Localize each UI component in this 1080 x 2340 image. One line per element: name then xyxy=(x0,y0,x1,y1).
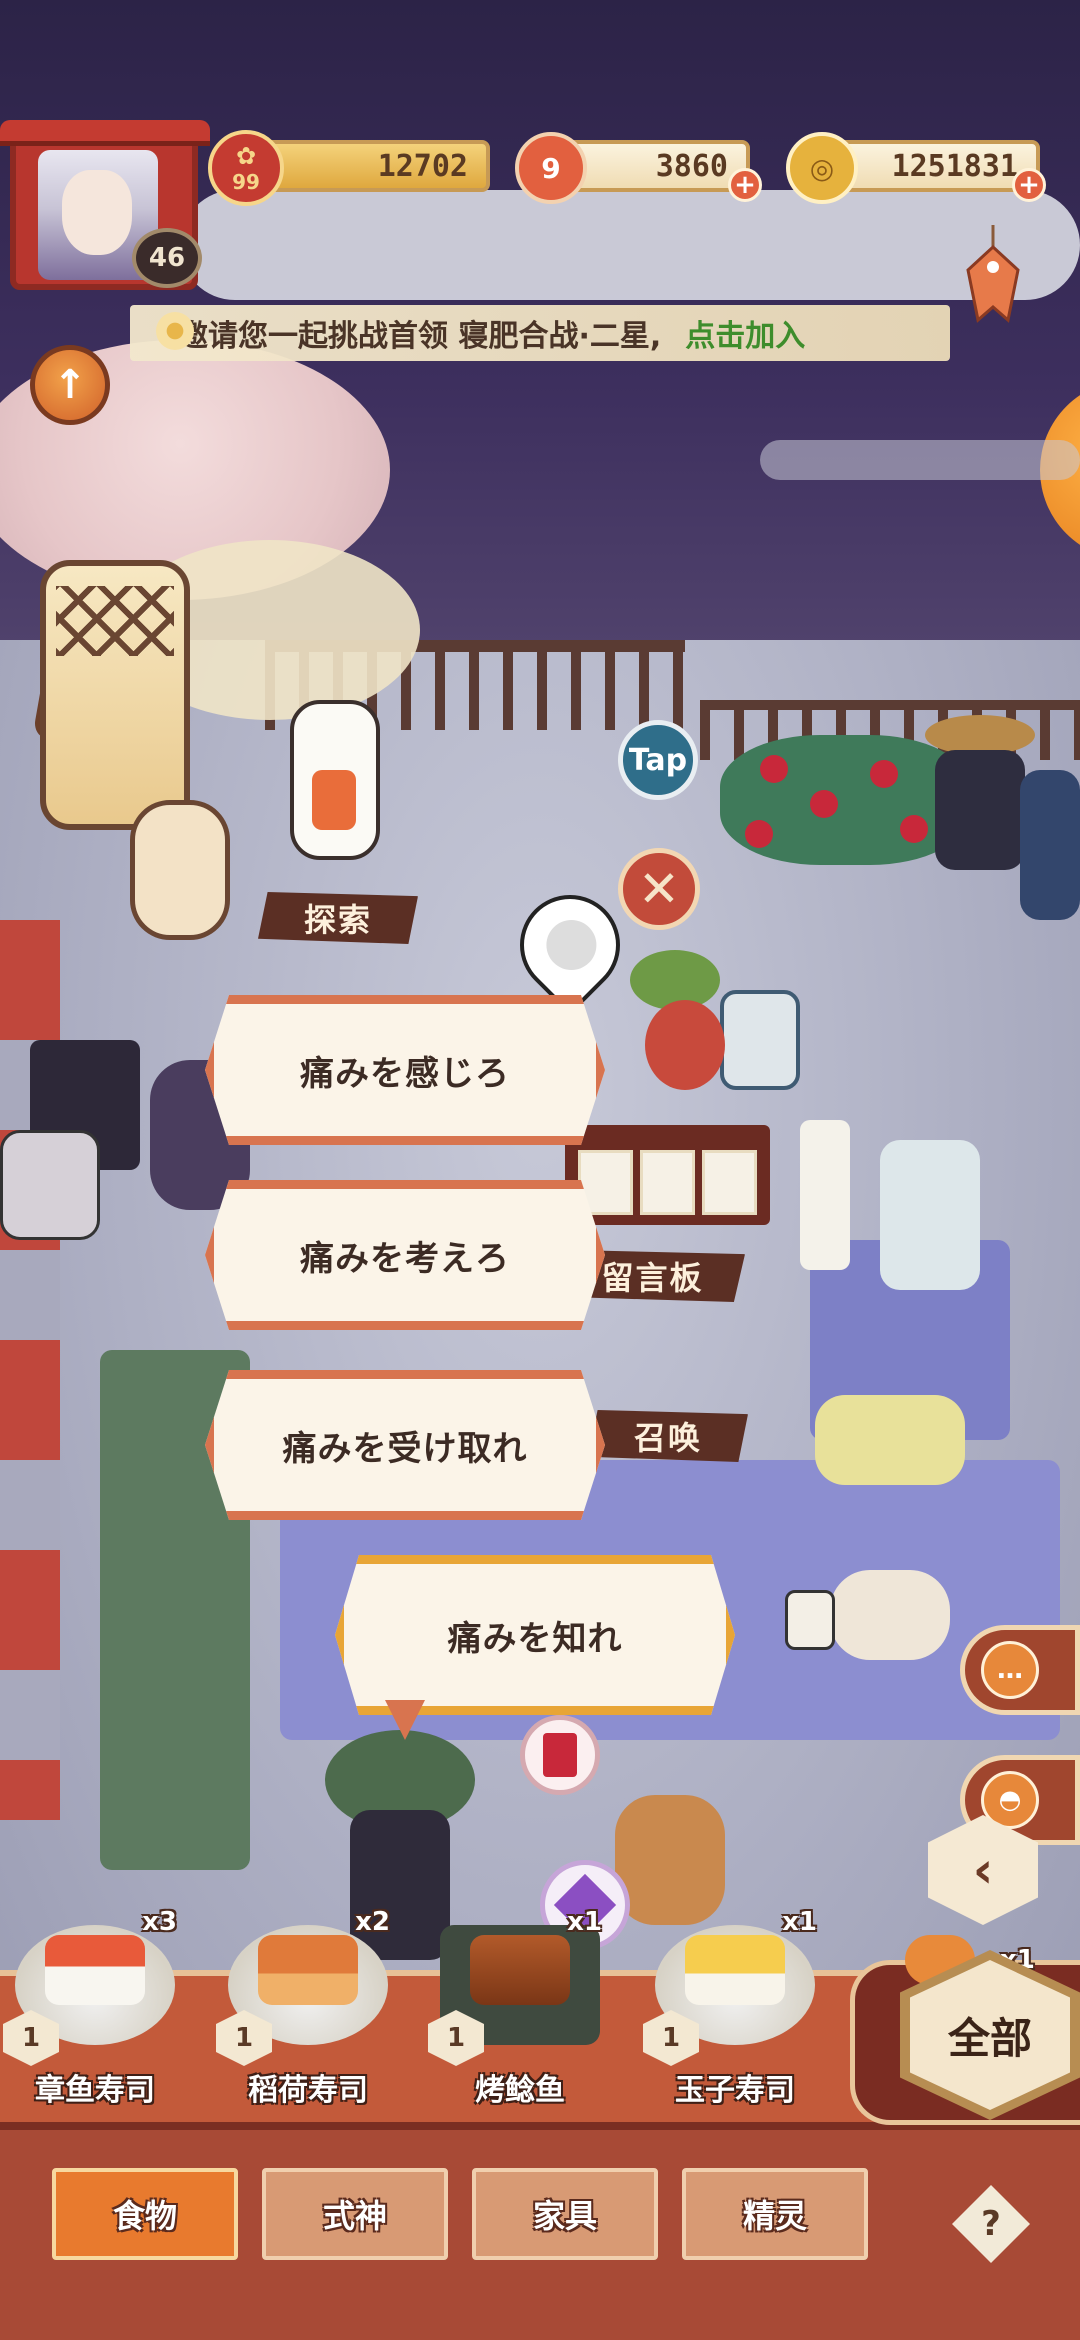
close-mark-icon[interactable]: ✕ xyxy=(618,848,700,930)
chat-button[interactable]: … xyxy=(960,1625,1080,1715)
red-oni-character[interactable] xyxy=(645,1000,725,1090)
food-name: 稻荷寿司 xyxy=(248,2073,368,2108)
candle xyxy=(800,1120,850,1270)
cloud-band xyxy=(180,190,1080,300)
cloud-wisp xyxy=(760,440,1080,480)
choice-option-2[interactable]: 痛みを考えろ xyxy=(205,1180,605,1330)
tab-furniture[interactable]: 家具 xyxy=(472,2168,658,2260)
add-gold-button[interactable]: + xyxy=(1012,168,1046,202)
food-name: 章鱼寿司 xyxy=(35,2073,155,2108)
paper-crane-character[interactable] xyxy=(880,1140,980,1290)
torii-gate-top xyxy=(0,120,210,146)
straw-hat xyxy=(925,715,1035,755)
yellow-flowers xyxy=(815,1395,965,1485)
camellia-flower xyxy=(745,820,773,848)
banner-join-link[interactable]: 点击加入 xyxy=(685,311,805,355)
shikigami-left-2[interactable] xyxy=(0,1130,100,1240)
gold-coin-icon: ◎ xyxy=(786,132,858,204)
stamina-flower-icon[interactable]: ✿ 99 xyxy=(208,130,284,206)
food-count: x2 xyxy=(355,1907,390,1937)
tab-food[interactable]: 食物 xyxy=(52,2168,238,2260)
shiba-dog[interactable] xyxy=(615,1795,725,1925)
red-envelope-icon[interactable] xyxy=(520,1715,600,1795)
lantern-ghost-tongue xyxy=(312,770,356,830)
food-count: x1 xyxy=(782,1907,817,1937)
add-currency-b-button[interactable]: + xyxy=(728,168,762,202)
tab-spirit[interactable]: 精灵 xyxy=(682,2168,868,2260)
tab-shikigami[interactable]: 式神 xyxy=(262,2168,448,2260)
food-item-inari-sushi[interactable]: x2 1 稻荷寿司 xyxy=(216,1907,398,2115)
magatama-icon: 9 xyxy=(515,132,587,204)
koinobori-fish-icon[interactable] xyxy=(958,225,1028,335)
explore-label[interactable]: 探索 xyxy=(258,892,418,944)
grilled-catfish-icon xyxy=(470,1935,570,2005)
paper-lantern-small xyxy=(130,800,230,940)
camellia-flower xyxy=(810,790,838,818)
food-count: x3 xyxy=(142,1907,177,1937)
food-item-octopus-sushi[interactable]: x3 1 章鱼寿司 xyxy=(3,1907,185,2115)
board-photo xyxy=(702,1150,757,1215)
camellia-flower xyxy=(900,815,928,843)
arrow-up-icon[interactable]: ↑ xyxy=(30,345,110,425)
choice-option-3[interactable]: 痛みを受け取れ xyxy=(205,1370,605,1520)
thumbs-up-icon[interactable] xyxy=(785,1590,835,1650)
food-count: x1 xyxy=(567,1907,602,1937)
inari-sushi-icon xyxy=(258,1935,358,2005)
summon-label[interactable]: 召唤 xyxy=(588,1410,748,1462)
tamago-sushi-icon xyxy=(685,1935,785,2005)
lantern-jar xyxy=(720,990,800,1090)
food-name: 烤鲶鱼 xyxy=(475,2073,565,2108)
octopus-sushi-icon xyxy=(45,1935,145,2005)
boss-invite-banner[interactable]: 邀请您一起挑战首领 寝肥合战·二星, 点击加入 xyxy=(130,305,950,361)
paper-lantern xyxy=(40,560,190,830)
camellia-flower xyxy=(870,760,898,788)
stamina-tier: 99 xyxy=(232,170,260,194)
board-photo xyxy=(640,1150,695,1215)
camellia-flower xyxy=(760,755,788,783)
taptap-badge[interactable]: Tap xyxy=(618,720,698,800)
food-item-tamago-sushi[interactable]: x1 1 玉子寿司 xyxy=(643,1907,825,2115)
food-item-grilled-catfish[interactable]: x1 1 烤鲶鱼 xyxy=(428,1907,610,2115)
plum-flower-icon xyxy=(156,312,194,350)
chat-bubble-icon: … xyxy=(981,1641,1039,1699)
straw-hat-character[interactable] xyxy=(935,750,1025,870)
avatar-face xyxy=(62,170,132,255)
choice-option-4[interactable]: 痛みを知れ xyxy=(335,1555,735,1715)
food-name: 玉子寿司 xyxy=(675,2073,795,2108)
player-level-badge: 46 xyxy=(132,228,202,288)
calico-cat[interactable] xyxy=(830,1570,950,1660)
banner-text: 邀请您一起挑战首领 寝肥合战·二星, xyxy=(178,319,662,354)
blue-character[interactable] xyxy=(1020,770,1080,920)
choice-option-1[interactable]: 痛みを感じろ xyxy=(205,995,605,1145)
